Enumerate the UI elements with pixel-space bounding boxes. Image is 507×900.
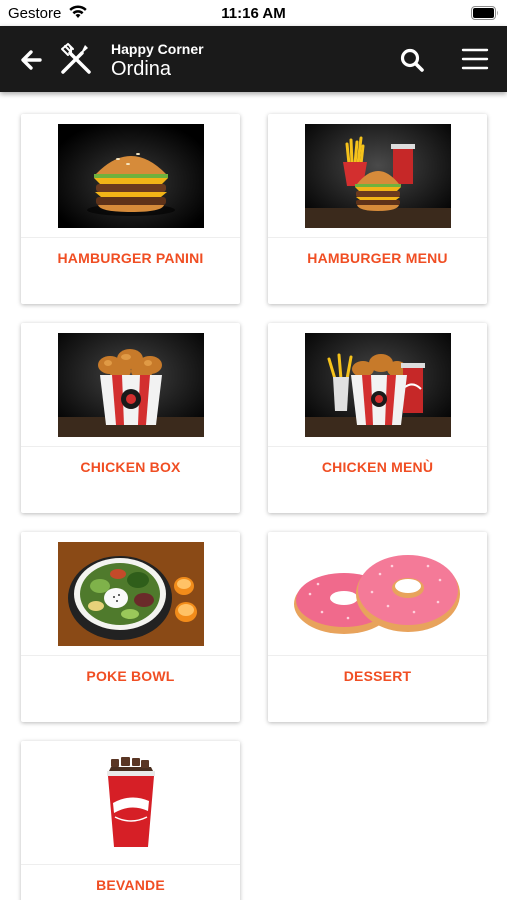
category-label: HAMBURGER MENU bbox=[307, 250, 448, 266]
category-label: CHICKEN BOX bbox=[80, 459, 181, 475]
category-card-chicken-box[interactable]: CHICKEN BOX bbox=[21, 323, 240, 513]
card-image-area bbox=[21, 323, 240, 446]
category-card-chicken-menu[interactable]: CHICKEN MENÙ bbox=[268, 323, 487, 513]
category-label: HAMBURGER PANINI bbox=[57, 250, 204, 266]
battery-icon bbox=[471, 6, 498, 20]
card-divider bbox=[268, 446, 487, 447]
chicken-box-image bbox=[57, 332, 204, 437]
category-card-hamburger-panini[interactable]: HAMBURGER PANINI bbox=[21, 114, 240, 304]
category-label: DESSERT bbox=[343, 668, 412, 684]
category-card-hamburger-menu[interactable]: HAMBURGER MENU bbox=[268, 114, 487, 304]
header-titles: Happy Corner Ordina bbox=[111, 41, 204, 81]
back-arrow-icon[interactable] bbox=[18, 47, 44, 73]
card-image-area bbox=[21, 741, 240, 864]
fork-knife-icon bbox=[61, 42, 91, 74]
card-divider bbox=[268, 237, 487, 238]
category-card-bevande[interactable]: BEVANDE bbox=[21, 741, 240, 900]
hamburger-menu-icon[interactable] bbox=[461, 45, 489, 73]
card-image-area bbox=[268, 532, 487, 655]
donuts-image bbox=[293, 554, 460, 634]
card-image-area bbox=[268, 323, 487, 446]
status-time: 11:16 AM bbox=[221, 5, 286, 22]
page-title: Ordina bbox=[111, 58, 172, 80]
search-icon[interactable] bbox=[398, 46, 426, 74]
burger-image bbox=[57, 123, 204, 228]
card-image-area bbox=[268, 114, 487, 237]
drink-cup-image bbox=[106, 756, 155, 847]
category-card-poke-bowl[interactable]: POKE BOWL bbox=[21, 532, 240, 722]
category-card-dessert[interactable]: DESSERT bbox=[268, 532, 487, 722]
poke-bowl-image bbox=[57, 541, 204, 646]
burger-menu-image bbox=[304, 123, 451, 228]
card-divider bbox=[268, 655, 487, 656]
category-label: POKE BOWL bbox=[86, 668, 175, 684]
category-grid: HAMBURGER PANINI HAMBURGER MENU CHICKEN … bbox=[0, 92, 507, 900]
card-divider bbox=[21, 864, 240, 865]
app-header: Happy Corner Ordina bbox=[0, 26, 507, 92]
card-divider bbox=[21, 655, 240, 656]
chicken-menu-image bbox=[304, 332, 451, 437]
card-image-area bbox=[21, 114, 240, 237]
card-image-area bbox=[21, 532, 240, 655]
app-name: Happy Corner bbox=[111, 41, 204, 57]
category-label: BEVANDE bbox=[96, 877, 165, 893]
card-divider bbox=[21, 237, 240, 238]
category-label: CHICKEN MENÙ bbox=[321, 459, 434, 475]
status-bar: Gestore 11:16 AM bbox=[0, 0, 507, 26]
card-divider bbox=[21, 446, 240, 447]
